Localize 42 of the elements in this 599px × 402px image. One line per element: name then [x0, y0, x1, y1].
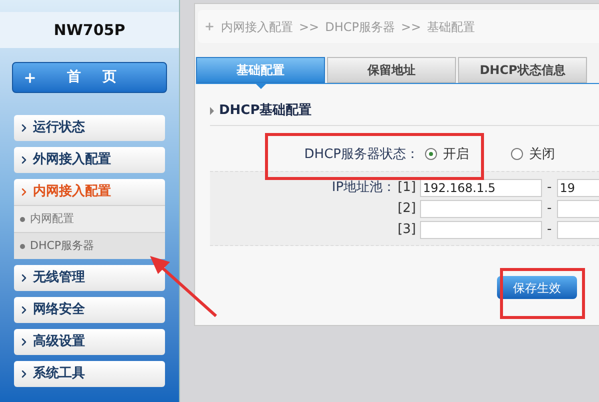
row-index: [2]: [398, 200, 416, 218]
radio-option[interactable]: 开启: [425, 144, 469, 164]
triangle-icon: [210, 106, 214, 115]
radio-option[interactable]: 关闭: [511, 144, 555, 164]
menu-item[interactable]: 系统工具: [14, 361, 165, 387]
range-separator: -: [547, 220, 552, 239]
field-label: IP地址池：: [332, 178, 396, 197]
end-ip-field[interactable]: [556, 200, 599, 218]
row-index: [1]: [398, 178, 416, 197]
bullet-icon: [20, 216, 25, 222]
field-label: DHCP服务器状态：: [303, 146, 419, 164]
menu-item[interactable]: 外网接入配置: [14, 147, 165, 173]
tab[interactable]: DHCP状态信息: [458, 57, 587, 83]
start-ip-field[interactable]: [420, 200, 542, 218]
row-index: [3]: [398, 220, 416, 239]
menu-item[interactable]: 网络安全: [14, 297, 165, 323]
breadcrumb-item: 内网接入配置: [221, 18, 293, 36]
submenu-item[interactable]: DHCP服务器: [14, 232, 165, 259]
breadcrumb-item: 基础配置: [427, 18, 476, 36]
end-ip-field[interactable]: 19: [556, 178, 599, 196]
bullet-icon: [20, 244, 25, 248]
save-button[interactable]: 保存生效: [497, 276, 577, 299]
breadcrumb-separator: >>: [299, 18, 320, 36]
breadcrumb-separator: >>: [401, 18, 422, 36]
plus-icon: [23, 70, 37, 84]
section-title: DHCP基础配置: [219, 102, 312, 120]
range-separator: -: [547, 200, 552, 218]
menu-item[interactable]: 内网接入配置: [14, 179, 165, 205]
menu-item[interactable]: 无线管理: [14, 265, 165, 291]
arrow-drawing: [148, 254, 218, 318]
start-ip-field[interactable]: 192.168.1.5: [420, 178, 542, 196]
device-title: NW705P: [0, 12, 179, 48]
end-ip-field[interactable]: [556, 220, 599, 238]
menu-item[interactable]: 运行状态: [14, 115, 165, 141]
start-ip-field[interactable]: [420, 220, 542, 238]
breadcrumb-item: DHCP服务器: [325, 18, 395, 36]
menu-item[interactable]: 高级设置: [14, 329, 165, 355]
plus-icon: [204, 21, 215, 32]
home-button[interactable]: 首 页: [12, 62, 167, 93]
tab[interactable]: 保留地址: [327, 57, 456, 83]
submenu-item[interactable]: 内网配置: [14, 205, 165, 232]
range-separator: -: [547, 178, 552, 197]
